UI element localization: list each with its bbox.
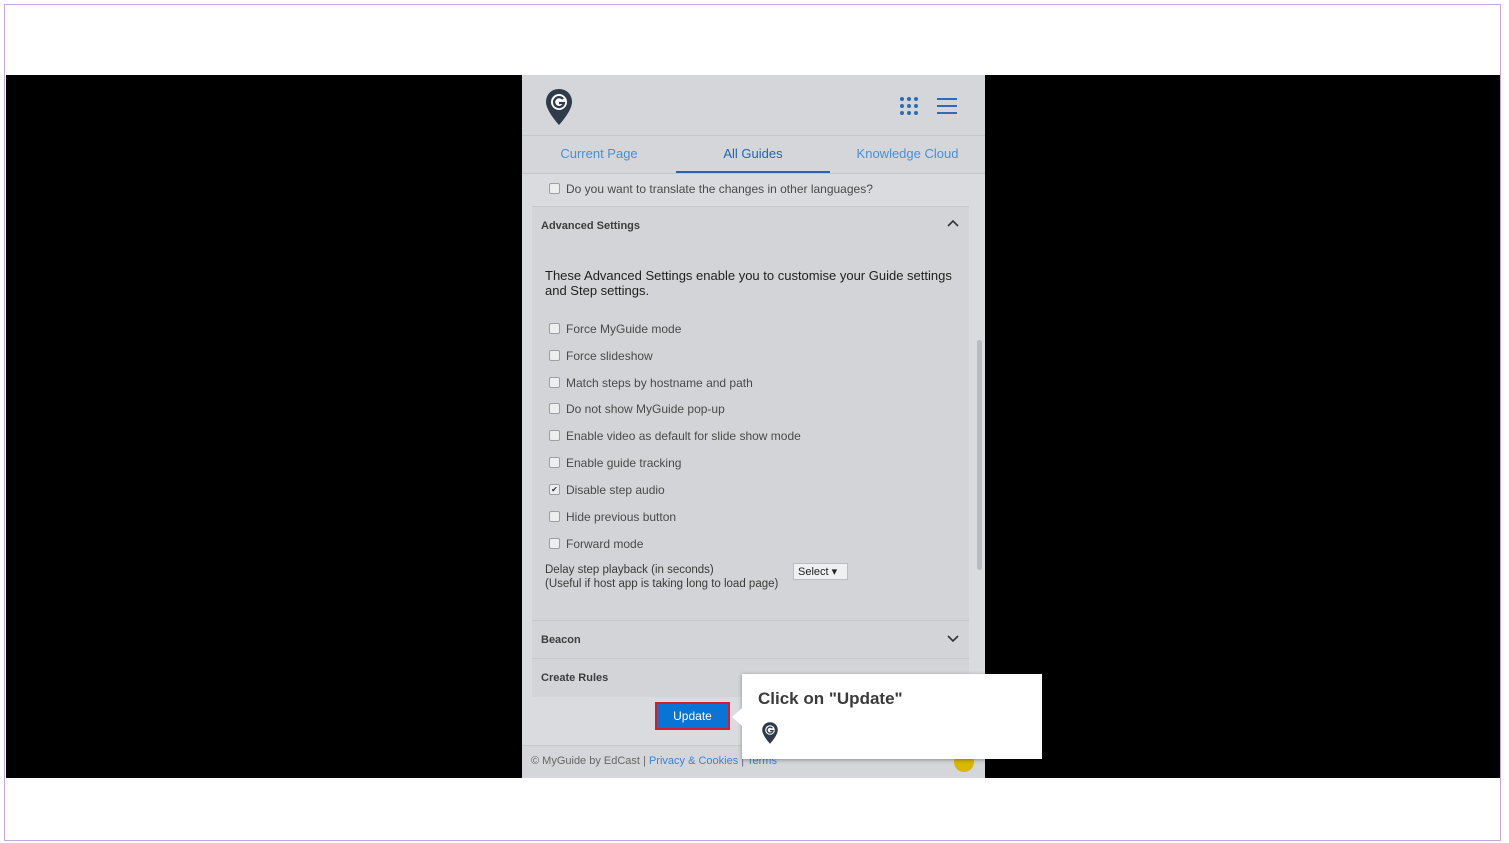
translate-checkbox-label: Do you want to translate the changes in … (566, 182, 873, 196)
panel-header (522, 75, 985, 136)
option-label: Disable step audio (566, 483, 665, 497)
tab-current-page[interactable]: Current Page (522, 136, 676, 173)
checkbox[interactable] (549, 183, 560, 195)
create-rules-title: Create Rules (541, 672, 609, 684)
option-match-steps[interactable]: Match steps by hostname and path (549, 375, 753, 391)
option-label: Do not show MyGuide pop-up (566, 402, 725, 416)
delay-select-value: Select (798, 566, 829, 578)
option-forward-mode[interactable]: Forward mode (549, 536, 643, 552)
tooltip-text: Click on "Update" (758, 689, 903, 708)
option-label: Hide previous button (566, 510, 677, 524)
checkbox[interactable] (549, 377, 560, 389)
beacon-section[interactable]: Beacon (532, 620, 969, 659)
myguide-logo-icon (546, 89, 572, 125)
privacy-link[interactable]: Privacy & Cookies (649, 755, 738, 767)
option-label: Enable video as default for slide show m… (566, 429, 801, 443)
checkbox[interactable] (549, 350, 560, 362)
hamburger-menu-icon[interactable] (937, 97, 957, 115)
chevron-down-icon[interactable] (947, 632, 959, 644)
tab-bar: Current Page All Guides Knowledge Cloud (522, 136, 985, 174)
option-label: Force MyGuide mode (566, 322, 682, 336)
option-disable-step-audio[interactable]: ✔ Disable step audio (549, 482, 665, 498)
advanced-settings-description: These Advanced Settings enable you to cu… (545, 268, 952, 298)
delay-label: Delay step playback (in seconds) (Useful… (545, 563, 778, 591)
checkbox[interactable] (549, 430, 560, 442)
checkbox[interactable] (549, 403, 560, 415)
option-no-popup[interactable]: Do not show MyGuide pop-up (549, 401, 725, 417)
checkbox[interactable] (549, 323, 560, 335)
copyright-text: © MyGuide by EdCast (531, 755, 640, 767)
delay-select[interactable]: Select ▾ (793, 563, 848, 580)
option-label: Forward mode (566, 537, 644, 551)
guide-tooltip: Click on "Update" (732, 674, 1042, 759)
tab-knowledge-cloud[interactable]: Knowledge Cloud (830, 136, 985, 173)
option-enable-video[interactable]: Enable video as default for slide show m… (549, 428, 801, 444)
update-button[interactable]: Update (655, 702, 730, 730)
scrollbar[interactable] (977, 340, 982, 570)
advanced-settings-title[interactable]: Advanced Settings (541, 220, 640, 232)
apps-grid-icon[interactable] (900, 97, 920, 117)
checkbox[interactable] (549, 538, 560, 550)
delay-label-line2: (Useful if host app is taking long to lo… (545, 578, 779, 590)
myguide-panel: Current Page All Guides Knowledge Cloud … (522, 75, 985, 778)
translate-checkbox-row[interactable]: Do you want to translate the changes in … (549, 181, 873, 197)
option-label: Match steps by hostname and path (566, 376, 753, 390)
tab-all-guides[interactable]: All Guides (676, 136, 830, 173)
chevron-up-icon[interactable] (947, 218, 959, 230)
option-hide-previous[interactable]: Hide previous button (549, 509, 676, 525)
option-force-myguide-mode[interactable]: Force MyGuide mode (549, 321, 681, 337)
option-guide-tracking[interactable]: Enable guide tracking (549, 455, 681, 471)
checkbox[interactable] (549, 457, 560, 469)
advanced-settings-section: Advanced Settings These Advanced Setting… (532, 206, 969, 621)
option-force-slideshow[interactable]: Force slideshow (549, 348, 653, 364)
option-label: Force slideshow (566, 349, 653, 363)
option-label: Enable guide tracking (566, 456, 682, 470)
beacon-title: Beacon (541, 634, 581, 646)
delay-label-line1: Delay step playback (in seconds) (545, 564, 714, 576)
myguide-logo-icon (762, 722, 778, 744)
checkbox[interactable] (549, 511, 560, 523)
checkbox-checked[interactable]: ✔ (549, 484, 560, 496)
